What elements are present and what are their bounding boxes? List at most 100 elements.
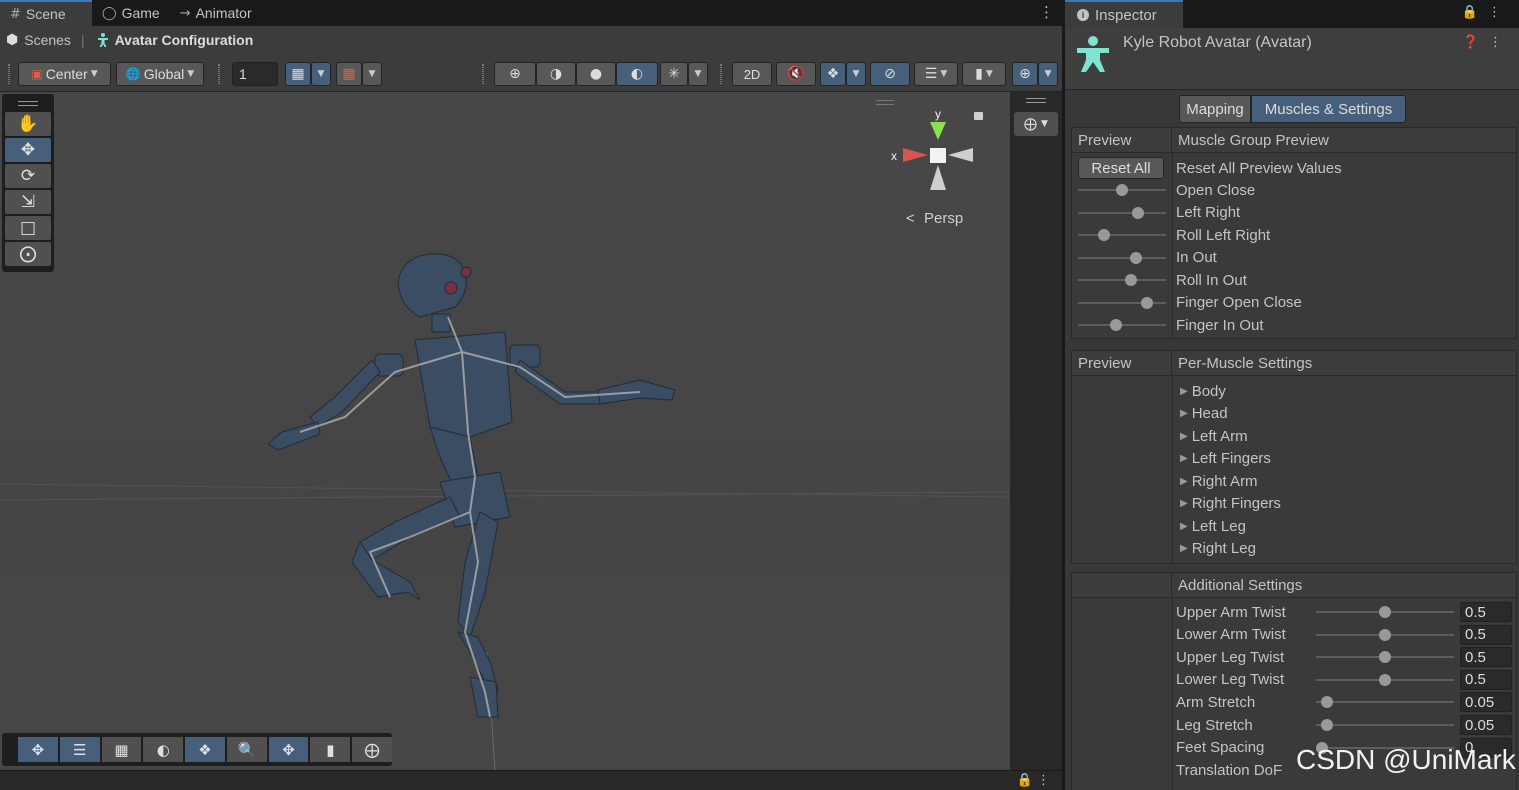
slider-knob[interactable]	[1379, 673, 1391, 686]
wireframe-shading-button[interactable]: ⊕	[494, 62, 536, 86]
setting-value-field[interactable]: 0.5	[1460, 602, 1512, 622]
muscle-group-foldout[interactable]: ▶ Body	[1180, 380, 1226, 402]
gizmos-dropdown[interactable]: ▼	[1038, 62, 1058, 86]
compass-icon[interactable]: ⨁	[352, 737, 393, 762]
muscle-group-foldout[interactable]: ▶ Right Arm	[1180, 470, 1258, 492]
audio-mute-button[interactable]: 🔇	[776, 62, 816, 86]
grid-size-input[interactable]: 1	[232, 62, 278, 86]
tool-settings-icon[interactable]: ☰	[59, 737, 100, 762]
muscle-group-foldout[interactable]: ▶ Right Leg	[1180, 538, 1256, 560]
slider-knob[interactable]	[1124, 274, 1137, 286]
grid-snap-button[interactable]: ▦	[285, 62, 311, 86]
setting-value-field[interactable]: 0.5	[1460, 624, 1512, 645]
tab-game[interactable]: ◯ Game	[92, 0, 170, 26]
slider-track	[1316, 724, 1454, 726]
debug-draw-mode-button[interactable]: ✳	[660, 62, 688, 86]
tab-scene[interactable]: # Scene	[0, 0, 92, 26]
lighting-overlay-icon[interactable]: ◐	[143, 737, 184, 762]
muscle-group-foldout[interactable]: ▶ Head	[1180, 403, 1228, 425]
move-tool-icon[interactable]: ✥	[5, 138, 51, 162]
tab-animator[interactable]: → Animator	[170, 0, 262, 26]
tab-inspector[interactable]: i Inspector	[1065, 0, 1183, 28]
2d-toggle-button[interactable]: 2D	[732, 62, 772, 86]
muscle-group-foldout[interactable]: ▶ Left Fingers	[1180, 448, 1271, 470]
setting-slider[interactable]	[1316, 669, 1454, 691]
slider-knob[interactable]	[1321, 719, 1334, 731]
orientation-gizmo[interactable]: y x	[891, 107, 973, 190]
setting-slider[interactable]	[1316, 601, 1454, 623]
slider-knob[interactable]	[1140, 296, 1153, 309]
slider-knob[interactable]	[1130, 251, 1143, 264]
move-overlay-icon[interactable]: ✥	[18, 737, 58, 762]
rotate-tool-icon[interactable]: ⟳	[5, 164, 51, 188]
slider-knob[interactable]	[1379, 628, 1391, 641]
foldout-arrow-icon: ▶	[1180, 408, 1188, 419]
space-mode-dropdown[interactable]: 🌐 Global ▼	[116, 62, 204, 86]
projection-label[interactable]: Persp	[924, 210, 963, 227]
slider-knob[interactable]	[1098, 229, 1111, 241]
muscle-group-foldout[interactable]: ▶ Left Leg	[1180, 515, 1246, 537]
search-icon[interactable]: 🔍	[226, 737, 267, 762]
view-options-dropdown[interactable]: ⨁ ▼	[1014, 112, 1058, 136]
muscle-preview-slider[interactable]	[1078, 314, 1166, 336]
header-blank	[1072, 573, 1172, 597]
scale-tool-icon[interactable]: ⇲	[5, 190, 51, 214]
breadcrumb-current[interactable]: Avatar Configuration	[95, 32, 253, 48]
muscle-preview-slider[interactable]	[1078, 292, 1166, 314]
layers-dropdown[interactable]: ☰ ▼	[914, 62, 958, 86]
help-and-menu-icons[interactable]: ❓⋮	[1463, 35, 1512, 50]
setting-slider[interactable]	[1316, 646, 1454, 668]
shaded-wireframe-button[interactable]: ◑	[536, 62, 576, 86]
grid-snap-dropdown[interactable]: ▼	[311, 62, 331, 86]
effects-dropdown[interactable]: ▼	[846, 62, 866, 86]
lit-shading-button[interactable]: ◐	[616, 62, 658, 86]
lock-and-menu-icons[interactable]: 🔒⋮	[1462, 5, 1511, 20]
slider-knob[interactable]	[1109, 319, 1122, 331]
grid-overlay-icon[interactable]: ▦	[101, 737, 142, 762]
camera-settings-dropdown[interactable]: ▮ ▼	[962, 62, 1006, 86]
pivot-mode-dropdown[interactable]: ▣ Center ▼	[18, 62, 111, 86]
kebab-menu-icon[interactable]: ⋮	[1039, 3, 1054, 21]
muscle-group-foldout[interactable]: ▶ Right Fingers	[1180, 493, 1281, 515]
setting-slider[interactable]	[1316, 624, 1454, 646]
slider-knob[interactable]	[1379, 651, 1391, 664]
mapping-tab-button[interactable]: Mapping	[1179, 95, 1251, 123]
setting-value-field[interactable]: 0.5	[1460, 647, 1512, 668]
shaded-button[interactable]: ●	[576, 62, 616, 86]
hand-tool-icon[interactable]: ✋	[5, 112, 51, 136]
transform-tool-icon[interactable]: ⨀	[5, 242, 51, 266]
muscle-preview-slider[interactable]	[1078, 224, 1166, 246]
setting-slider[interactable]	[1316, 691, 1454, 713]
slider-knob[interactable]	[1116, 184, 1128, 196]
lock-and-menu-icons[interactable]: 🔒 ⋮	[1017, 773, 1050, 788]
orientation-overlay-icon[interactable]: ✥	[268, 737, 309, 762]
breadcrumb-root[interactable]: Scenes	[24, 32, 71, 48]
scene-viewport[interactable]: y x < Persp	[0, 92, 1010, 770]
projection-arrow-icon: <	[906, 210, 915, 227]
camera-overlay-icon[interactable]: ▮	[310, 737, 351, 762]
setting-value-field[interactable]: 0.05	[1460, 715, 1512, 735]
muscle-preview-slider[interactable]	[1078, 179, 1166, 201]
setting-slider[interactable]	[1316, 714, 1454, 736]
gizmos-toggle-button[interactable]: ⊕	[1012, 62, 1038, 86]
slider-knob[interactable]	[1131, 206, 1144, 219]
effects-toggle-button[interactable]: ❖	[820, 62, 846, 86]
muscle-group-foldout[interactable]: ▶ Left Arm	[1180, 425, 1248, 447]
setting-value-field[interactable]: 0.5	[1460, 669, 1512, 690]
setting-value-field[interactable]: 0.05	[1460, 692, 1512, 713]
muscle-group-preview-panel: Preview Muscle Group Preview Reset All R…	[1071, 127, 1517, 339]
draw-mode-dropdown[interactable]: ▼	[688, 62, 708, 86]
lock-icon[interactable]	[974, 112, 983, 120]
muscles-settings-tab-button[interactable]: Muscles & Settings	[1251, 95, 1406, 123]
muscle-preview-slider[interactable]	[1078, 269, 1166, 291]
increment-snap-button[interactable]: ▦	[336, 62, 362, 86]
rect-tool-icon[interactable]: □	[5, 216, 51, 240]
slider-knob[interactable]	[1379, 606, 1391, 618]
increment-snap-dropdown[interactable]: ▼	[362, 62, 382, 86]
reset-all-button[interactable]: Reset All	[1078, 157, 1164, 179]
slider-knob[interactable]	[1321, 696, 1334, 709]
snapping-overlay-icon[interactable]: ❖	[185, 737, 225, 762]
muscle-preview-slider[interactable]	[1078, 247, 1166, 269]
muscle-preview-slider[interactable]	[1078, 202, 1166, 224]
scene-visibility-button[interactable]: ⊘	[870, 62, 910, 86]
